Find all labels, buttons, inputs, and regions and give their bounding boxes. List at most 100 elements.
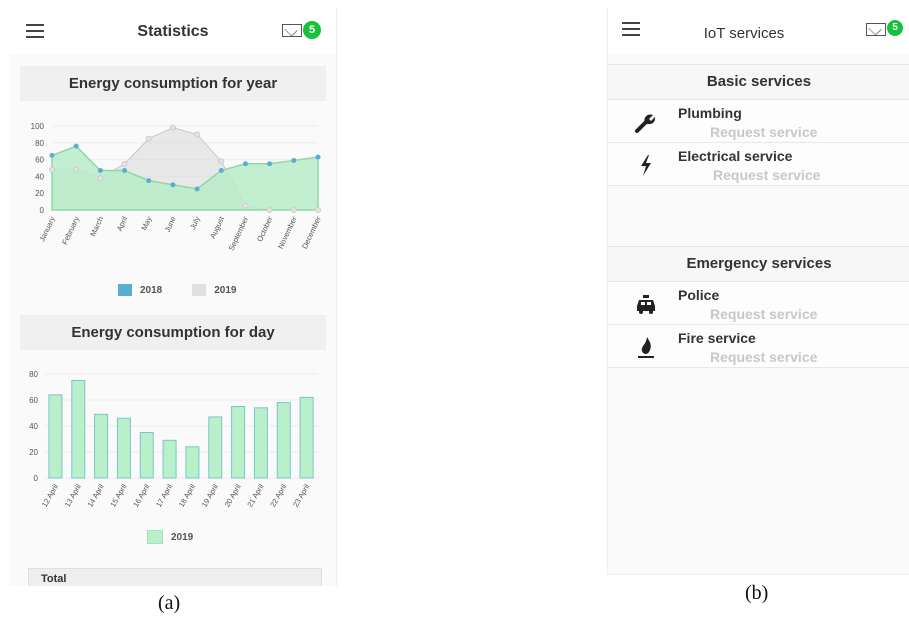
y-tick-label: 60 (35, 156, 44, 165)
service-item-electrical[interactable]: Electrical service Request service (608, 143, 909, 186)
x-tick-label: 20 April (223, 482, 243, 508)
day-chart-legend: 2019 (147, 530, 193, 544)
x-tick-label: 12 April (40, 482, 60, 508)
x-tick-label: 13 April (63, 482, 83, 508)
day-consumption-chart: 0 20 40 60 80 12 April 13 April 14 April 15 Apri… (29, 370, 318, 509)
service-name: Electrical service (678, 148, 793, 164)
y-tick-label: 40 (35, 172, 44, 181)
police-car-icon (637, 295, 655, 314)
x-tick-label: August (208, 214, 226, 240)
x-tick-label: February (60, 215, 81, 246)
data-point-2018 (291, 157, 297, 163)
y-tick-label: 40 (29, 422, 38, 431)
service-item-plumbing[interactable]: Plumbing Request service (608, 100, 909, 143)
request-service-link[interactable]: Request service (710, 124, 817, 140)
data-point-2019 (218, 158, 225, 165)
data-point-2018 (73, 143, 79, 149)
services-topbar: IoT services 5 (608, 8, 909, 54)
y-tick-label: 100 (31, 122, 45, 131)
data-point-2019 (145, 135, 152, 142)
service-item-police[interactable]: Police Request service (608, 282, 909, 325)
data-point-2018 (49, 152, 55, 158)
bar (116, 417, 131, 479)
iot-services-screen: IoT services 5 Basic services Plumbing R… (607, 8, 909, 575)
y-tick-label: 80 (35, 139, 44, 148)
data-point-2019 (194, 131, 201, 138)
mail-icon (282, 24, 302, 37)
year-section-title: Energy consumption for year (20, 66, 326, 101)
x-tick-label: 18 April (177, 482, 197, 508)
legend-label-2019: 2019 (214, 284, 237, 296)
bar (139, 432, 154, 479)
request-service-link[interactable]: Request service (710, 306, 817, 322)
legend-label-2019-bar: 2019 (171, 531, 194, 543)
x-tick-label: September (227, 215, 251, 253)
service-item-fire[interactable]: Fire service Request service (608, 325, 909, 368)
mail-icon (866, 23, 886, 36)
bar (94, 413, 109, 479)
legend-label-2018: 2018 (140, 284, 163, 296)
data-point-2018 (218, 168, 224, 174)
wrench-icon (635, 114, 656, 133)
data-point-2019 (73, 166, 80, 173)
notification-badge: 5 (303, 21, 321, 39)
page-title: IoT services (703, 25, 785, 42)
service-name: Fire service (678, 330, 756, 346)
legend-swatch-2019-bar (147, 530, 163, 544)
x-tick-label: March (88, 215, 105, 238)
data-point-2018 (170, 182, 176, 188)
y-tick-label: 20 (35, 189, 44, 198)
data-point-2018 (97, 168, 103, 174)
data-point-2018 (242, 161, 248, 167)
year-consumption-chart: 0 20 40 60 80 100 January February March April May… (31, 122, 323, 253)
data-point-2018 (267, 161, 273, 167)
total-row: Total (28, 568, 322, 586)
messages-button[interactable]: 5 (866, 20, 903, 36)
legend-swatch-2018 (118, 284, 132, 296)
messages-button[interactable]: 5 (282, 21, 321, 39)
x-tick-label: December (300, 215, 323, 251)
x-tick-label: July (188, 215, 202, 231)
x-tick-label: 19 April (200, 482, 220, 508)
data-point-2018 (194, 186, 200, 192)
x-tick-label: May (139, 215, 153, 232)
total-label: Total (41, 573, 67, 585)
data-point-2019 (290, 207, 297, 213)
data-point-2019 (169, 124, 176, 131)
fire-icon (638, 337, 654, 358)
service-name: Police (678, 287, 720, 303)
bar (48, 394, 63, 479)
x-tick-label: 23 April (291, 482, 311, 508)
day-section-title: Energy consumption for day (20, 315, 326, 350)
statistics-topbar: Statistics 5 (10, 8, 336, 54)
emergency-services-header: Emergency services (608, 246, 909, 282)
service-name: Plumbing (678, 105, 742, 121)
request-service-link[interactable]: Request service (710, 349, 817, 365)
data-point-2018 (315, 154, 321, 160)
lightning-icon (641, 155, 651, 176)
y-tick-label: 20 (29, 448, 38, 457)
x-tick-label: 14 April (86, 482, 106, 508)
data-point-2019 (242, 202, 249, 209)
bar (162, 439, 177, 479)
legend-swatch-2019 (192, 284, 207, 296)
statistics-screen: Statistics 5 Energy consumption for year… (10, 8, 337, 586)
data-point-2019 (315, 207, 321, 213)
data-point-2019 (121, 160, 128, 167)
bar (276, 402, 291, 479)
bar (231, 406, 246, 479)
x-tick-label: April (115, 215, 130, 233)
data-point-2019 (266, 207, 273, 213)
bar (71, 380, 86, 479)
x-tick-label: November (276, 215, 299, 251)
bar (185, 446, 200, 479)
data-point-2018 (146, 178, 152, 184)
data-point-2018 (122, 168, 128, 174)
y-tick-label: 80 (29, 370, 38, 379)
y-tick-label: 0 (34, 474, 39, 483)
x-tick-label: January (37, 215, 57, 243)
x-tick-label: June (163, 215, 178, 234)
data-point-2019 (49, 166, 55, 173)
request-service-link[interactable]: Request service (713, 167, 820, 183)
y-tick-label: 0 (40, 206, 45, 215)
